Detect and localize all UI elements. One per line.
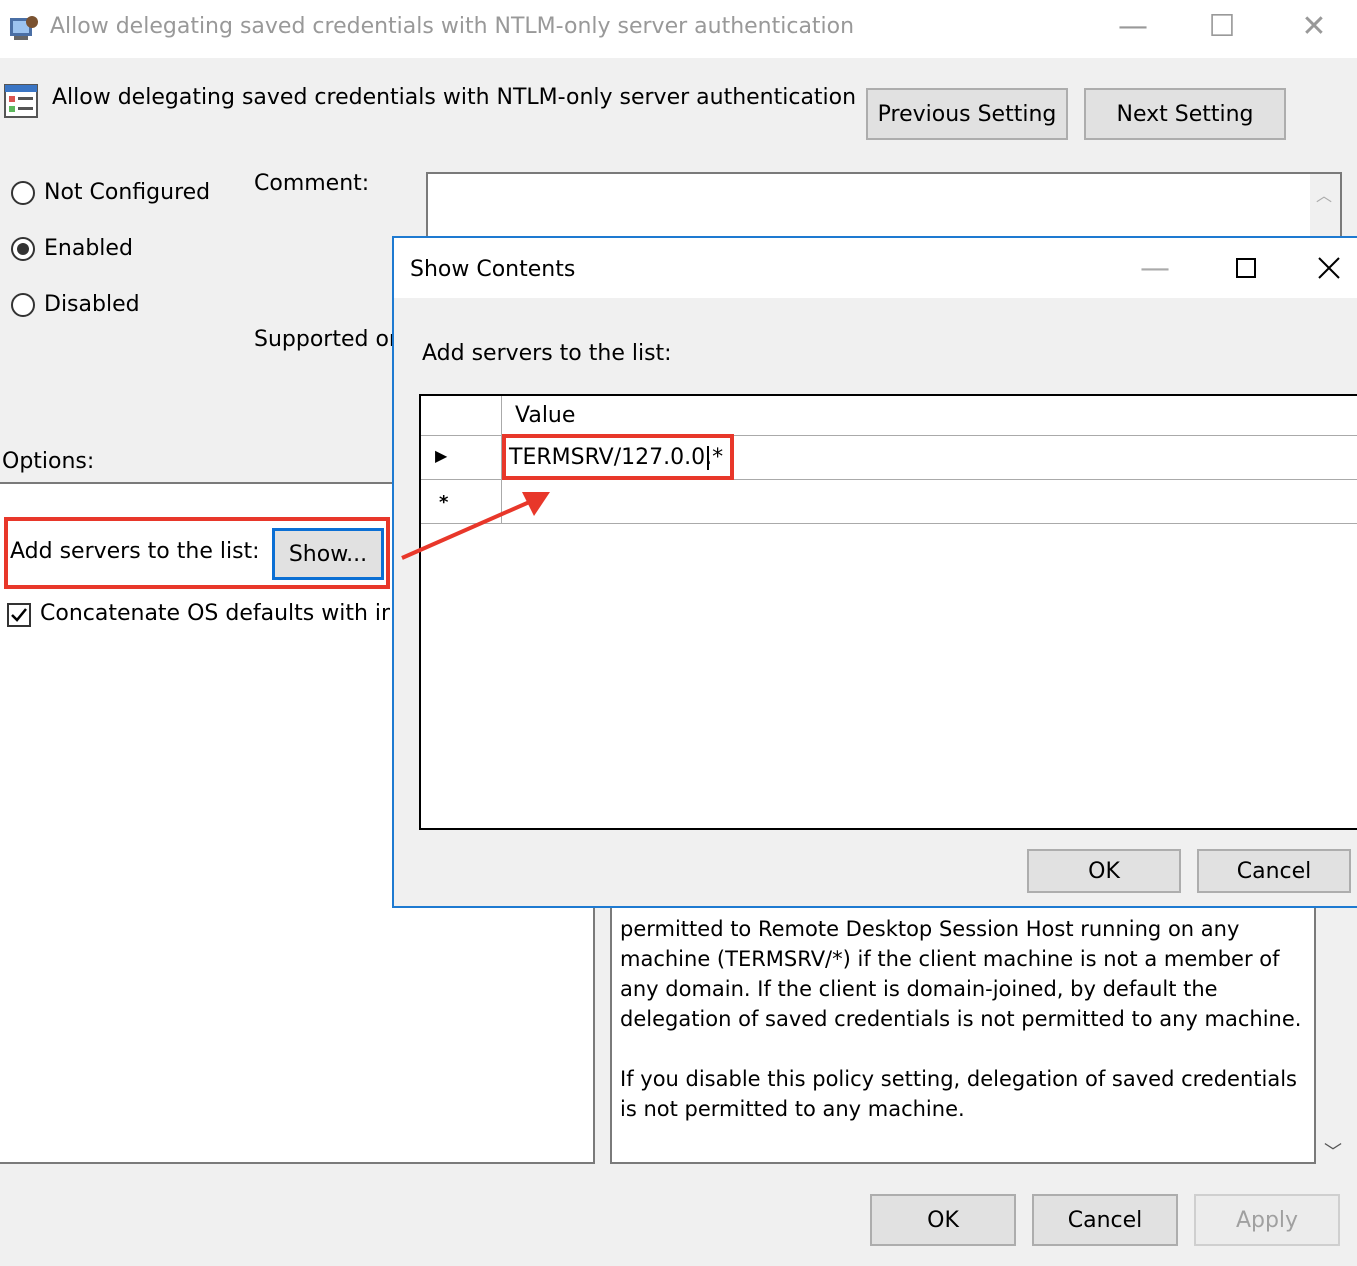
cancel-button[interactable]: Cancel [1032,1194,1178,1246]
help-paragraph-2: If you disable this policy setting, dele… [620,1067,1297,1121]
radio-enabled-label[interactable]: Enabled [44,236,133,262]
column-header-value[interactable]: Value [515,403,575,429]
options-label: Options: [2,449,95,474]
setting-icon [4,84,38,118]
previous-setting-button[interactable]: Previous Setting [866,88,1068,140]
radio-enabled[interactable] [11,237,35,261]
help-paragraph-1: permitted to Remote Desktop Session Host… [620,917,1302,1031]
show-contents-dialog: Show Contents — Add servers to the list:… [392,236,1357,908]
scroll-up-icon[interactable]: ︿ [1316,182,1332,206]
window-title-bar: Allow delegating saved credentials with … [0,0,1357,58]
table-row-new[interactable]: * [421,480,1357,524]
ok-button[interactable]: OK [870,1194,1016,1246]
radio-not-configured[interactable] [11,181,35,205]
setting-title: Allow delegating saved credentials with … [52,85,857,110]
radio-disabled-label[interactable]: Disabled [44,292,140,318]
dialog-maximize-button[interactable] [1236,258,1256,278]
dialog-minimize-button[interactable]: — [1130,254,1180,284]
comment-label: Comment: [254,171,370,196]
apply-button[interactable]: Apply [1194,1194,1340,1246]
show-button[interactable]: Show... [272,528,384,580]
annotation-arrow-icon [401,492,550,560]
dialog-prompt: Add servers to the list: [422,341,672,366]
close-button[interactable]: ✕ [1289,12,1339,42]
dialog-title-bar: Show Contents — [394,238,1357,298]
dialog-close-button[interactable] [1317,256,1341,280]
radio-disabled[interactable] [11,293,35,317]
check-icon [11,608,27,622]
minimize-button[interactable]: — [1108,12,1158,42]
supported-on-label: Supported on: [254,327,394,352]
policy-app-icon [10,16,38,40]
next-setting-button[interactable]: Next Setting [1084,88,1286,140]
dialog-title: Show Contents [410,257,576,282]
scroll-down-icon[interactable]: ﹀ [1324,1138,1342,1164]
annotation-highlight-value [502,434,734,480]
maximize-button[interactable]: ☐ [1197,12,1247,42]
radio-not-configured-label[interactable]: Not Configured [44,180,210,206]
dialog-ok-button[interactable]: OK [1027,849,1181,893]
window-title: Allow delegating saved credentials with … [50,14,855,39]
concatenate-label[interactable]: Concatenate OS defaults with input above [40,601,390,627]
grid-header-row: Value [421,396,1357,436]
dialog-cancel-button[interactable]: Cancel [1197,849,1351,893]
row-current-icon: ▶ [435,446,448,465]
add-servers-label: Add servers to the list: [10,539,260,564]
concatenate-checkbox[interactable] [7,603,31,627]
